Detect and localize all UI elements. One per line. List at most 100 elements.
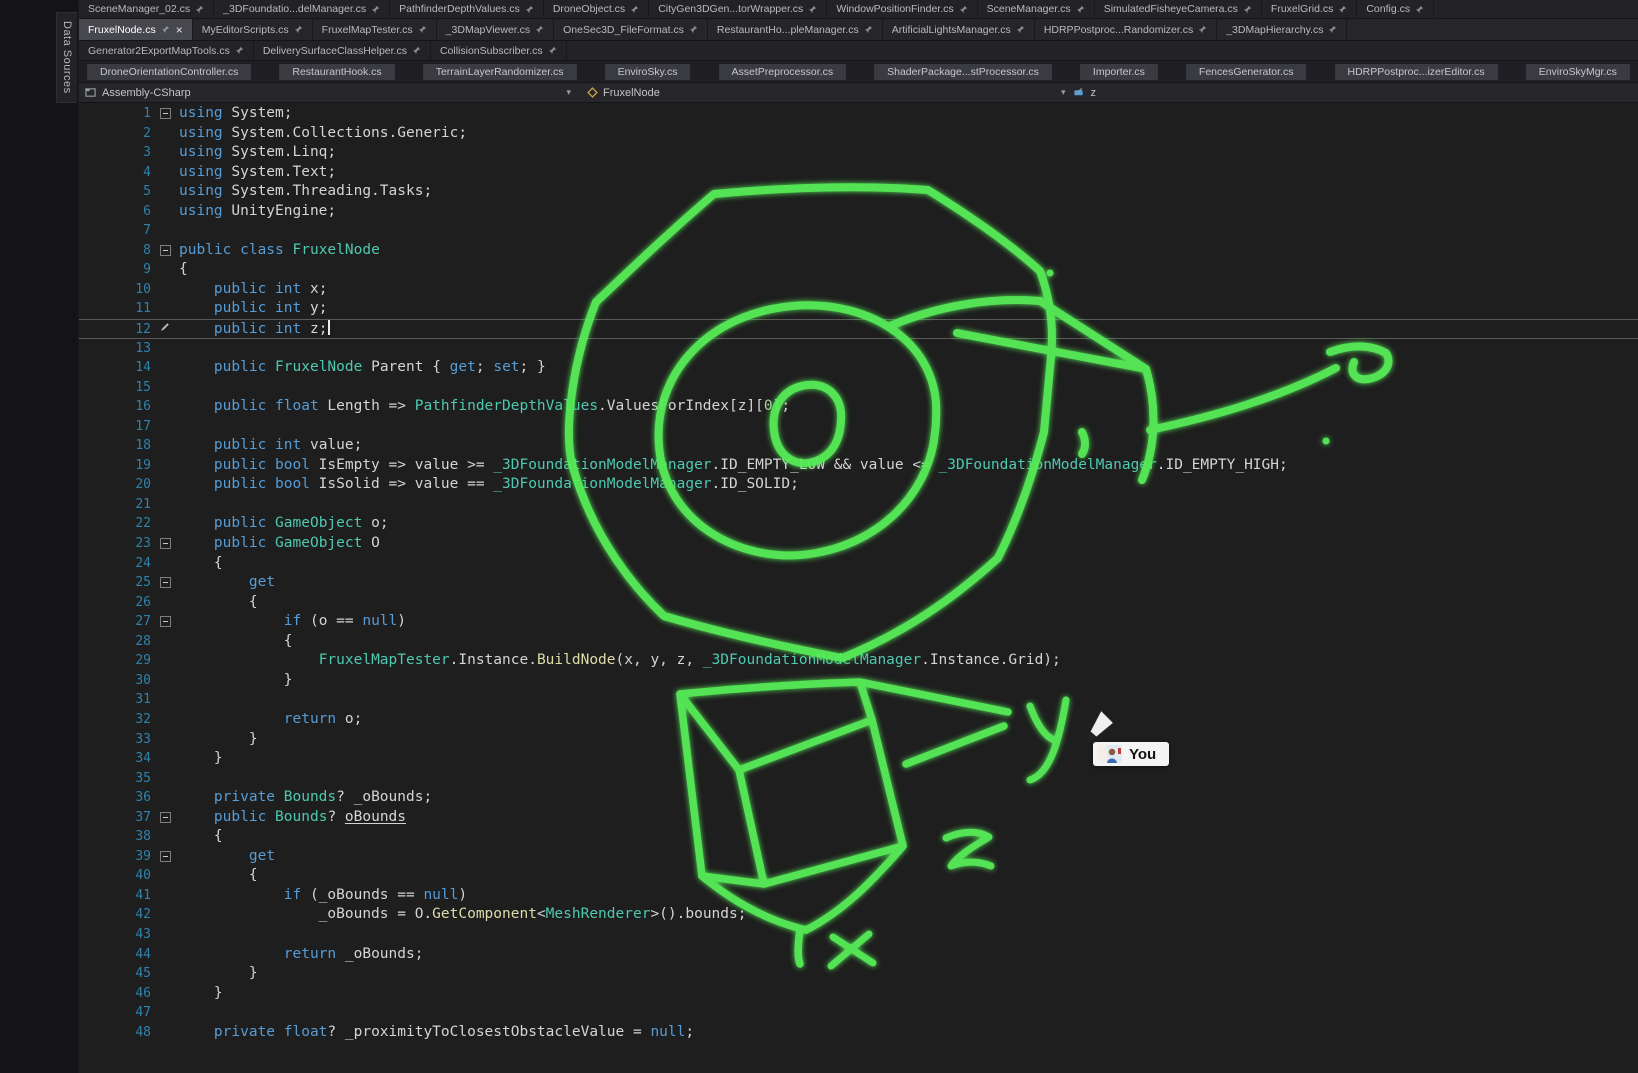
fold-marker[interactable] xyxy=(160,108,171,119)
code-line-47[interactable]: 47 xyxy=(79,1003,1638,1023)
pin-icon[interactable] xyxy=(1338,5,1347,14)
code-line-33[interactable]: 33 } xyxy=(79,730,1638,750)
data-sources-vertical-tab[interactable]: Data Sources xyxy=(56,12,77,103)
code-line-35[interactable]: 35 xyxy=(79,769,1638,789)
pin-icon[interactable] xyxy=(1076,5,1085,14)
tab-3dmaphierarchy-cs[interactable]: _3DMapHierarchy.cs xyxy=(1217,19,1347,40)
overflow-tab-droneorientationcontroller-cs[interactable]: DroneOrientationController.cs xyxy=(87,64,251,80)
tab-windowpositionfinder-cs[interactable]: WindowPositionFinder.cs xyxy=(827,0,977,18)
code-line-2[interactable]: 2using System.Collections.Generic; xyxy=(79,124,1638,144)
code-line-6[interactable]: 6using UnityEngine; xyxy=(79,202,1638,222)
code-line-38[interactable]: 38 { xyxy=(79,827,1638,847)
tab-droneobject-cs[interactable]: DroneObject.cs xyxy=(544,0,649,18)
code-line-25[interactable]: 25 get xyxy=(79,573,1638,593)
tab-simulatedfisheyecamera-cs[interactable]: SimulatedFisheyeCamera.cs xyxy=(1095,0,1262,18)
code-line-32[interactable]: 32 return o; xyxy=(79,710,1638,730)
pin-icon[interactable] xyxy=(1415,5,1424,14)
pin-icon[interactable] xyxy=(630,5,639,14)
tab-pathfinderdepthvalues-cs[interactable]: PathfinderDepthValues.cs xyxy=(390,0,544,18)
pin-icon[interactable] xyxy=(294,25,303,34)
code-line-43[interactable]: 43 xyxy=(79,925,1638,945)
fold-gutter[interactable] xyxy=(157,847,173,867)
fold-gutter[interactable] xyxy=(157,573,173,593)
tab-scenemanager-cs[interactable]: SceneManager.cs xyxy=(978,0,1095,18)
code-line-48[interactable]: 48 private float? _proximityToClosestObs… xyxy=(79,1023,1638,1043)
pin-icon[interactable] xyxy=(1016,25,1025,34)
overflow-tab-fencesgenerator-cs[interactable]: FencesGenerator.cs xyxy=(1186,64,1307,80)
tab-scenemanager-02-cs[interactable]: SceneManager_02.cs xyxy=(79,0,214,18)
code-line-9[interactable]: 9{ xyxy=(79,260,1638,280)
code-line-7[interactable]: 7 xyxy=(79,221,1638,241)
code-line-1[interactable]: 1using System; xyxy=(79,104,1638,124)
pin-icon[interactable] xyxy=(1328,25,1337,34)
code-line-5[interactable]: 5using System.Threading.Tasks; xyxy=(79,182,1638,202)
member-dropdown[interactable]: ▾ z xyxy=(1061,83,1096,102)
fold-marker[interactable] xyxy=(160,812,171,823)
code-line-14[interactable]: 14 public FruxelNode Parent { get; set; … xyxy=(79,358,1638,378)
pin-icon[interactable] xyxy=(161,25,170,34)
close-icon[interactable]: × xyxy=(176,24,183,36)
pin-icon[interactable] xyxy=(548,46,557,55)
code-line-44[interactable]: 44 return _oBounds; xyxy=(79,945,1638,965)
pin-icon[interactable] xyxy=(959,5,968,14)
fold-marker[interactable] xyxy=(160,577,171,588)
code-line-24[interactable]: 24 { xyxy=(79,554,1638,574)
code-line-23[interactable]: 23 public GameObject O xyxy=(79,534,1638,554)
tab-restaurantho-plemanager-cs[interactable]: RestaurantHo...pleManager.cs xyxy=(708,19,883,40)
pin-icon[interactable] xyxy=(235,46,244,55)
fold-marker[interactable] xyxy=(160,245,171,256)
code-line-39[interactable]: 39 get xyxy=(79,847,1638,867)
tab-fruxelgrid-cs[interactable]: FruxelGrid.cs xyxy=(1262,0,1357,18)
code-line-15[interactable]: 15 xyxy=(79,378,1638,398)
code-line-28[interactable]: 28 { xyxy=(79,632,1638,652)
pin-icon[interactable] xyxy=(412,46,421,55)
code-line-37[interactable]: 37 public Bounds? oBounds xyxy=(79,808,1638,828)
code-line-34[interactable]: 34 } xyxy=(79,749,1638,769)
code-line-45[interactable]: 45 } xyxy=(79,964,1638,984)
overflow-tab-envirosky-cs[interactable]: EnviroSky.cs xyxy=(605,64,691,80)
code-line-27[interactable]: 27 if (o == null) xyxy=(79,612,1638,632)
overflow-tab-importer-cs[interactable]: Importer.cs xyxy=(1080,64,1158,80)
fold-marker[interactable] xyxy=(160,616,171,627)
code-line-26[interactable]: 26 { xyxy=(79,593,1638,613)
code-editor[interactable]: 1using System;2using System.Collections.… xyxy=(79,103,1638,1073)
code-line-4[interactable]: 4using System.Text; xyxy=(79,163,1638,183)
fold-marker[interactable] xyxy=(160,851,171,862)
code-line-46[interactable]: 46 } xyxy=(79,984,1638,1004)
fold-gutter[interactable] xyxy=(157,612,173,632)
code-line-21[interactable]: 21 xyxy=(79,495,1638,515)
code-line-17[interactable]: 17 xyxy=(79,417,1638,437)
overflow-tab-restauranthook-cs[interactable]: RestaurantHook.cs xyxy=(279,64,394,80)
code-line-11[interactable]: 11 public int y; xyxy=(79,299,1638,319)
fold-gutter[interactable] xyxy=(157,808,173,828)
pin-icon[interactable] xyxy=(689,25,698,34)
pin-icon[interactable] xyxy=(525,5,534,14)
pin-icon[interactable] xyxy=(1198,25,1207,34)
tab-collisionsubscriber-cs[interactable]: CollisionSubscriber.cs xyxy=(431,41,567,60)
tab-config-cs[interactable]: Config.cs xyxy=(1357,0,1434,18)
pin-icon[interactable] xyxy=(808,5,817,14)
tab-onesec3d-fileformat-cs[interactable]: OneSec3D_FileFormat.cs xyxy=(554,19,708,40)
tab-deliverysurfaceclasshelper-cs[interactable]: DeliverySurfaceClassHelper.cs xyxy=(254,41,431,60)
code-line-18[interactable]: 18 public int value; xyxy=(79,436,1638,456)
project-dropdown[interactable]: Assembly-CSharp ▾ xyxy=(85,87,571,99)
type-dropdown[interactable]: FruxelNode xyxy=(587,87,660,99)
code-line-22[interactable]: 22 public GameObject o; xyxy=(79,514,1638,534)
pin-icon[interactable] xyxy=(418,25,427,34)
fold-gutter[interactable] xyxy=(157,241,173,261)
overflow-tab-shaderpackage-stprocessor-cs[interactable]: ShaderPackage...stProcessor.cs xyxy=(874,64,1052,80)
tab-artificiallightsmanager-cs[interactable]: ArtificialLightsManager.cs xyxy=(883,19,1035,40)
fold-marker[interactable] xyxy=(160,538,171,549)
fold-gutter[interactable] xyxy=(157,534,173,554)
overflow-tab-enviroskymgr-cs[interactable]: EnviroSkyMgr.cs xyxy=(1526,64,1630,80)
code-line-16[interactable]: 16 public float Length => PathfinderDept… xyxy=(79,397,1638,417)
tab-fruxelmaptester-cs[interactable]: FruxelMapTester.cs xyxy=(313,19,437,40)
pin-icon[interactable] xyxy=(864,25,873,34)
code-line-40[interactable]: 40 { xyxy=(79,866,1638,886)
tab-3dfoundatio-delmanager-cs[interactable]: _3DFoundatio...delManager.cs xyxy=(214,0,390,18)
code-line-19[interactable]: 19 public bool IsEmpty => value >= _3DFo… xyxy=(79,456,1638,476)
code-line-36[interactable]: 36 private Bounds? _oBounds; xyxy=(79,788,1638,808)
code-line-42[interactable]: 42 _oBounds = O.GetComponent<MeshRendere… xyxy=(79,905,1638,925)
code-line-12[interactable]: 12 public int z; xyxy=(79,319,1638,339)
tab-hdrppostproc-randomizer-cs[interactable]: HDRPPostproc...Randomizer.cs xyxy=(1035,19,1217,40)
